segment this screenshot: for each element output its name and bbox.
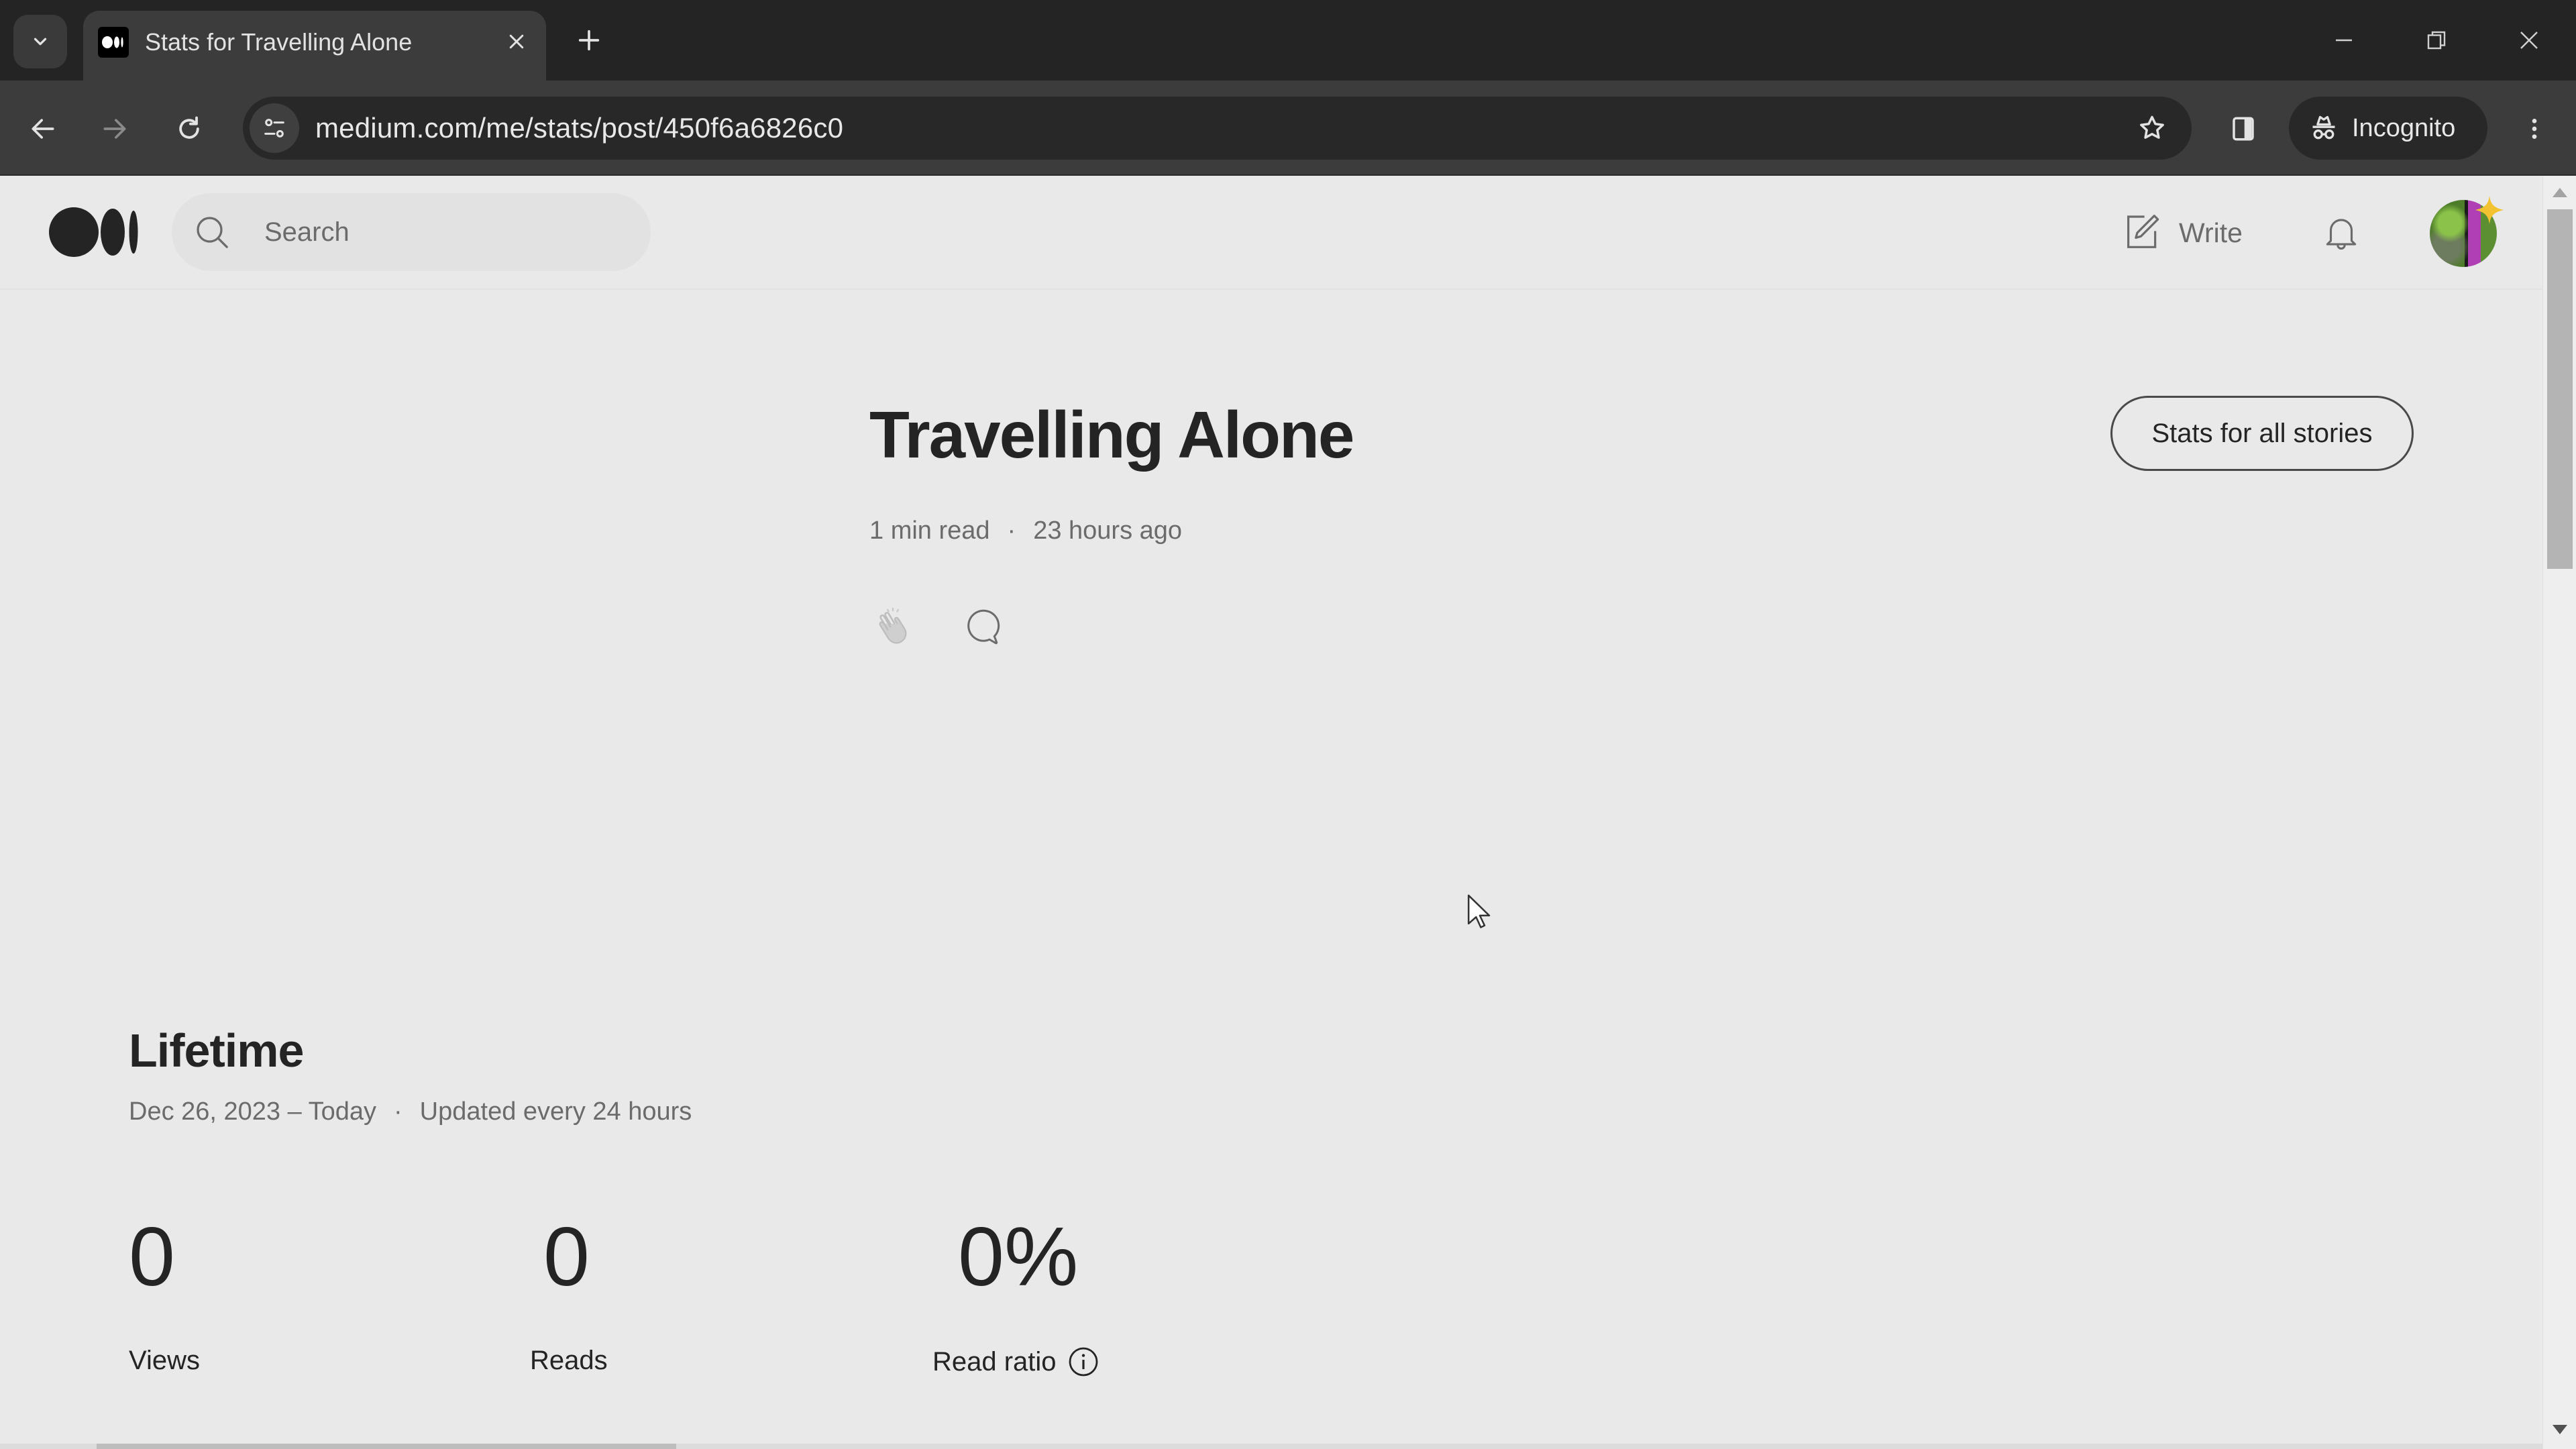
lifetime-heading: Lifetime bbox=[129, 1024, 304, 1077]
stat-views: 0 Views bbox=[129, 1216, 200, 1376]
incognito-indicator[interactable]: Incognito bbox=[2289, 97, 2487, 160]
incognito-icon bbox=[2312, 115, 2335, 140]
write-icon bbox=[2127, 215, 2159, 248]
date-range: Dec 26, 2023 – Today bbox=[129, 1097, 377, 1126]
member-star-icon bbox=[2475, 195, 2504, 225]
bell-icon bbox=[2326, 219, 2357, 250]
vertical-scrollbar[interactable] bbox=[2542, 176, 2576, 1449]
tab-close-button[interactable] bbox=[499, 24, 534, 59]
back-icon bbox=[32, 119, 54, 139]
minimize-button[interactable] bbox=[2317, 13, 2371, 67]
reload-button[interactable] bbox=[164, 103, 215, 154]
new-tab-button[interactable] bbox=[569, 20, 609, 60]
restore-button[interactable] bbox=[2410, 13, 2463, 67]
info-icon[interactable] bbox=[1067, 1346, 1099, 1378]
tab-search-button[interactable] bbox=[13, 15, 67, 68]
incognito-label: Incognito bbox=[2352, 113, 2456, 142]
close-window-button[interactable] bbox=[2502, 13, 2556, 67]
close-icon bbox=[509, 34, 524, 49]
notifications-button[interactable] bbox=[2316, 207, 2367, 258]
update-note: Updated every 24 hours bbox=[419, 1097, 692, 1126]
stat-reads: 0 Reads bbox=[530, 1216, 608, 1376]
side-panel-button[interactable] bbox=[2218, 103, 2269, 154]
views-label: Views bbox=[129, 1346, 200, 1375]
browser-toolbar: medium.com/me/stats/post/450f6a6826c0 In… bbox=[0, 80, 2576, 176]
chevron-down-icon bbox=[34, 38, 47, 46]
back-button[interactable] bbox=[17, 103, 68, 154]
site-info-icon bbox=[264, 119, 284, 138]
scroll-up-arrow-icon[interactable] bbox=[2553, 188, 2567, 197]
views-value: 0 bbox=[129, 1211, 175, 1303]
clap-icon[interactable] bbox=[871, 605, 915, 649]
lifetime-subtitle: Dec 26, 2023 – Today · Updated every 24 … bbox=[129, 1097, 692, 1126]
browser-tab-active[interactable]: Stats for Travelling Alone bbox=[83, 11, 546, 80]
url-text[interactable]: medium.com/me/stats/post/450f6a6826c0 bbox=[315, 97, 843, 160]
minimize-icon bbox=[2336, 39, 2352, 42]
forward-button[interactable] bbox=[89, 103, 140, 154]
forward-icon bbox=[103, 119, 126, 139]
search-icon bbox=[197, 217, 228, 248]
reads-label: Reads bbox=[530, 1346, 608, 1375]
medium-favicon-icon bbox=[98, 27, 129, 58]
plus-icon bbox=[578, 30, 600, 51]
search-box[interactable] bbox=[172, 193, 651, 271]
comment-icon[interactable] bbox=[963, 605, 1004, 648]
story-meta: 1 min read · 23 hours ago bbox=[869, 517, 1182, 545]
medium-logo-icon[interactable] bbox=[48, 207, 138, 258]
published-time: 23 hours ago bbox=[1033, 517, 1183, 545]
site-header: Write bbox=[0, 176, 2542, 290]
mouse-cursor-icon bbox=[1467, 894, 1491, 928]
meta-separator: · bbox=[1007, 517, 1016, 545]
tab-title: Stats for Travelling Alone bbox=[145, 28, 413, 56]
content-divider-segment bbox=[97, 1444, 676, 1449]
browser-menu-button[interactable] bbox=[2509, 103, 2560, 154]
stats-for-all-stories-button[interactable]: Stats for all stories bbox=[2110, 396, 2414, 471]
read-time: 1 min read bbox=[869, 517, 990, 545]
site-info-button[interactable] bbox=[250, 103, 299, 153]
subtitle-separator: · bbox=[394, 1097, 402, 1126]
restore-icon bbox=[2427, 31, 2446, 50]
search-input[interactable] bbox=[264, 193, 627, 271]
story-title: Travelling Alone bbox=[869, 398, 1354, 472]
write-label: Write bbox=[2179, 217, 2243, 248]
write-button[interactable]: Write bbox=[2121, 209, 2243, 256]
browser-tab-bar: Stats for Travelling Alone bbox=[0, 0, 2576, 80]
read-ratio-value: 0% bbox=[958, 1211, 1079, 1303]
side-panel-icon bbox=[2233, 117, 2254, 141]
reads-value: 0 bbox=[543, 1211, 590, 1303]
stat-read-ratio: 0% Read ratio bbox=[932, 1216, 1099, 1378]
scrollbar-thumb[interactable] bbox=[2547, 209, 2573, 569]
read-ratio-label: Read ratio bbox=[932, 1346, 1057, 1377]
more-vertical-icon bbox=[2532, 119, 2537, 139]
scroll-down-arrow-icon[interactable] bbox=[2553, 1425, 2567, 1434]
reload-icon bbox=[179, 116, 199, 139]
page-content: Write Travelling Alone 1 min read · 23 h… bbox=[0, 176, 2542, 1449]
bookmark-button[interactable] bbox=[2130, 106, 2174, 150]
bookmark-star-icon bbox=[2140, 115, 2164, 139]
close-window-icon bbox=[2520, 32, 2538, 49]
address-bar[interactable]: medium.com/me/stats/post/450f6a6826c0 bbox=[243, 97, 2192, 160]
